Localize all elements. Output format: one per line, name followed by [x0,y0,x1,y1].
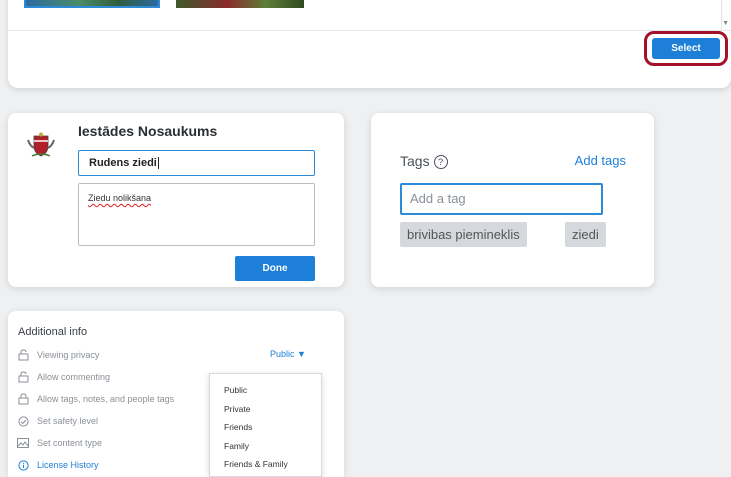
additional-info-heading: Additional info [18,326,88,338]
caret-down-icon: ▼ [297,349,306,359]
check-circle-icon [16,415,30,427]
privacy-select[interactable]: Public ▼ [270,349,306,359]
add-tags-link[interactable]: Add tags [575,153,626,168]
divider [8,30,731,31]
title-value: Rudens ziedi [89,157,157,169]
media-picker-panel: ▼ Select [8,0,731,88]
license-history-link[interactable]: License History [16,459,99,471]
tags-heading: Tags? [400,153,448,169]
row-label: Viewing privacy [37,350,100,360]
privacy-dropdown-menu: Public Private Friends Family Friends & … [209,373,322,477]
image-icon [16,437,30,449]
title-description-card: Iestādes Nosaukums Rudens ziedi Ziedu no… [8,113,344,287]
photo-thumbnail[interactable] [176,0,304,8]
dropdown-option-private[interactable]: Private [210,400,321,419]
row-label: License History [37,460,99,470]
content-type-row[interactable]: Set content type [16,437,102,449]
dropdown-option-public[interactable]: Public [210,381,321,400]
row-label: Set safety level [37,416,99,426]
scroll-down-icon[interactable]: ▼ [722,20,729,27]
unlock-icon [16,349,30,361]
dropdown-option-friends-family[interactable]: Friends & Family [210,455,321,474]
info-circle-icon [16,459,30,471]
dropdown-option-friends[interactable]: Friends [210,418,321,437]
description-value: Ziedu nolikšana [88,193,152,203]
tag-chip[interactable]: ziedi [565,222,606,247]
dropdown-option-family[interactable]: Family [210,437,321,456]
text-caret [157,157,159,170]
lock-icon [16,393,30,405]
organization-name: Iestādes Nosaukums [78,123,218,139]
tags-card: Tags? Add tags Add a tag brivibas piemin… [371,113,654,287]
row-label: Allow tags, notes, and people tags [37,394,175,404]
tags-label: Tags [400,153,430,169]
safety-level-row[interactable]: Set safety level [16,415,98,427]
coat-of-arms-icon [27,132,55,157]
row-label: Allow commenting [37,372,111,382]
tag-input[interactable]: Add a tag [400,183,603,215]
privacy-value: Public [270,349,295,359]
viewing-privacy-row[interactable]: Viewing privacy [16,349,99,361]
select-button[interactable]: Select [652,38,720,59]
done-button[interactable]: Done [235,256,315,281]
help-icon[interactable]: ? [433,155,448,169]
photo-thumbnail-selected[interactable] [24,0,160,8]
allow-tags-row[interactable]: Allow tags, notes, and people tags [16,393,174,405]
description-textarea[interactable]: Ziedu nolikšana [78,183,315,246]
unlock-icon [16,371,30,383]
allow-commenting-row[interactable]: Allow commenting [16,371,110,383]
title-input[interactable]: Rudens ziedi [78,150,315,176]
tag-chip[interactable]: brivibas piemineklis [400,222,527,247]
row-label: Set content type [37,438,103,448]
